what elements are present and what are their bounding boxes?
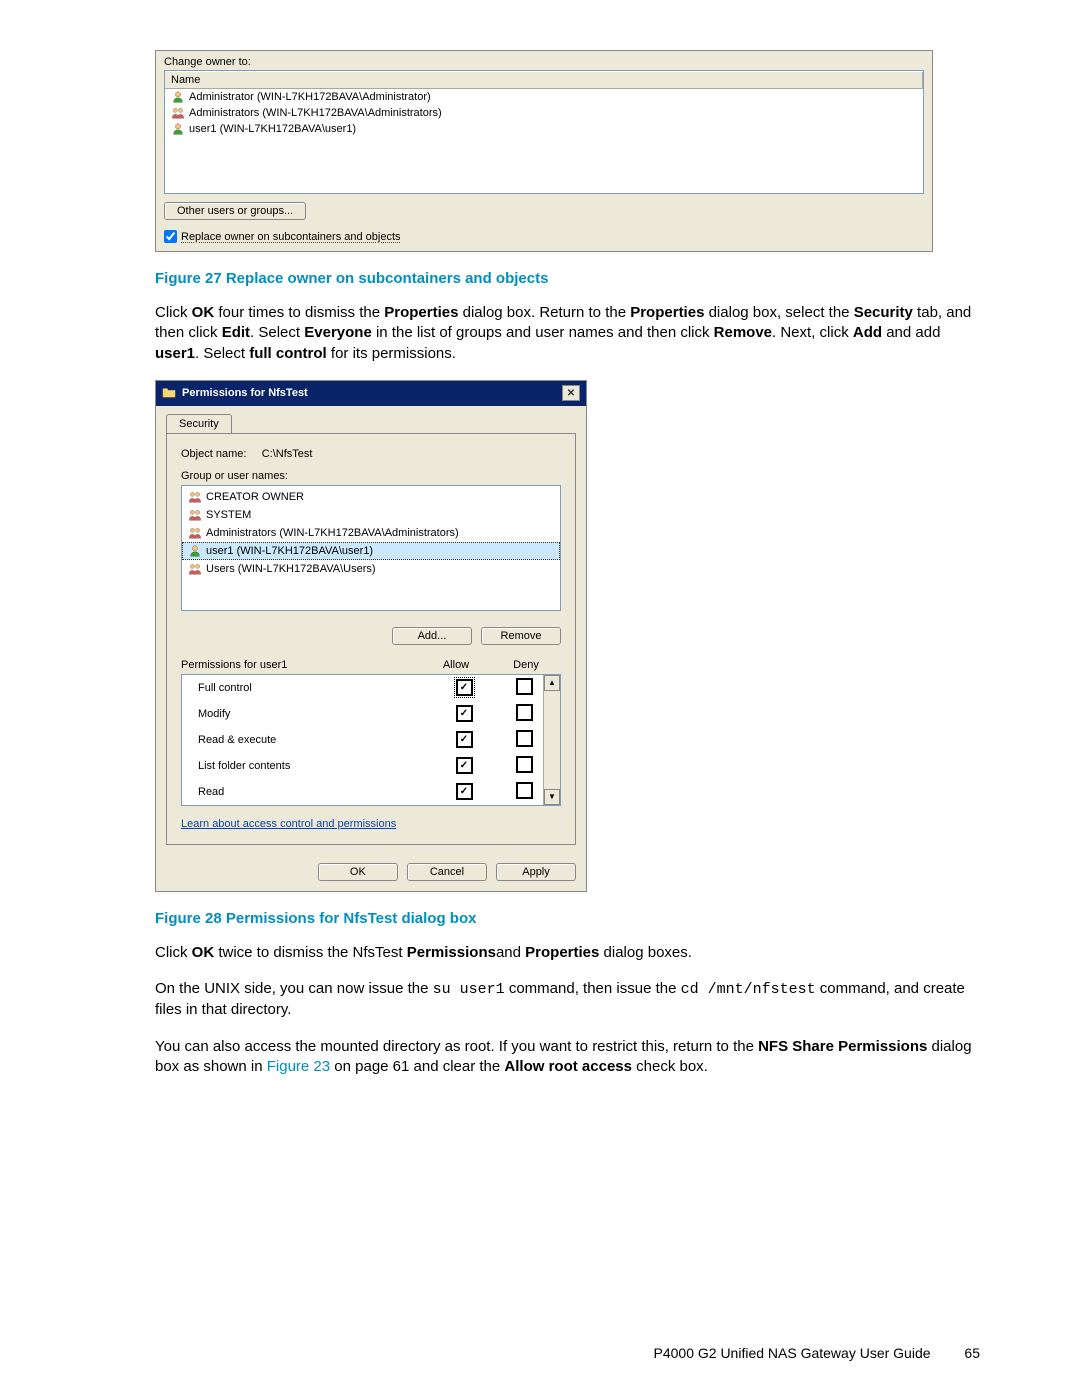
owner-name: Administrators (WIN-L7KH172BAVA\Administ… — [189, 107, 442, 119]
cancel-button[interactable]: Cancel — [407, 863, 487, 881]
doc-title: P4000 G2 Unified NAS Gateway User Guide — [654, 1345, 931, 1361]
page-footer: P4000 G2 Unified NAS Gateway User Guide … — [654, 1345, 981, 1361]
paragraph-1: Click OK four times to dismiss the Prope… — [155, 303, 980, 364]
perm-name: Read & execute — [198, 734, 434, 746]
user-icon — [171, 122, 185, 136]
close-button[interactable]: ✕ — [562, 385, 580, 401]
owner-row[interactable]: Administrators (WIN-L7KH172BAVA\Administ… — [165, 105, 923, 121]
permissions-for-label: Permissions for user1 — [181, 659, 421, 671]
list-item[interactable]: Administrators (WIN-L7KH172BAVA\Administ… — [182, 524, 560, 542]
add-button[interactable]: Add... — [392, 627, 472, 645]
allow-checkbox[interactable]: ✓ — [456, 757, 473, 774]
change-owner-panel: Change owner to: Name Administrator (WIN… — [155, 50, 933, 252]
owner-list[interactable]: Name Administrator (WIN-L7KH172BAVA\Admi… — [164, 70, 924, 194]
perm-name: List folder contents — [198, 760, 434, 772]
apply-button[interactable]: Apply — [496, 863, 576, 881]
perm-name: Modify — [198, 708, 434, 720]
group-icon — [171, 106, 185, 120]
group-list-label: Group or user names: — [181, 470, 561, 482]
deny-header: Deny — [491, 659, 561, 671]
ok-button[interactable]: OK — [318, 863, 398, 881]
group-icon — [188, 562, 202, 576]
list-item[interactable]: SYSTEM — [182, 506, 560, 524]
scroll-down-icon[interactable]: ▼ — [544, 789, 560, 805]
change-owner-label: Change owner to: — [164, 56, 924, 68]
folder-icon — [162, 385, 176, 402]
paragraph-4: You can also access the mounted director… — [155, 1037, 980, 1078]
dialog-title: Permissions for NfsTest — [182, 387, 308, 399]
figure-27-caption: Figure 27 Replace owner on subcontainers… — [155, 270, 980, 287]
other-users-button[interactable]: Other users or groups... — [164, 202, 306, 220]
owner-name: user1 (WIN-L7KH172BAVA\user1) — [189, 123, 356, 135]
allow-checkbox[interactable]: ✓ — [456, 705, 473, 722]
owner-row[interactable]: Administrator (WIN-L7KH172BAVA\Administr… — [165, 89, 923, 105]
group-icon — [188, 508, 202, 522]
perm-name: Read — [198, 786, 434, 798]
replace-owner-checkbox[interactable] — [164, 230, 177, 243]
deny-checkbox[interactable] — [516, 678, 533, 695]
security-tab[interactable]: Security — [166, 414, 232, 433]
allow-checkbox[interactable]: ✓ — [456, 783, 473, 800]
owner-row[interactable]: user1 (WIN-L7KH172BAVA\user1) — [165, 121, 923, 137]
object-name-value: C:\NfsTest — [262, 448, 313, 460]
user-icon — [188, 544, 202, 558]
scrollbar[interactable]: ▲ ▼ — [543, 675, 560, 805]
titlebar[interactable]: Permissions for NfsTest ✕ — [156, 381, 586, 406]
owner-name: Administrator (WIN-L7KH172BAVA\Administr… — [189, 91, 431, 103]
group-user-list[interactable]: CREATOR OWNER SYSTEM Administrators (WIN… — [181, 485, 561, 611]
perm-name: Full control — [198, 682, 434, 694]
figure-23-link[interactable]: Figure 23 — [267, 1058, 330, 1075]
paragraph-3: On the UNIX side, you can now issue the … — [155, 979, 980, 1021]
figure-28-caption: Figure 28 Permissions for NfsTest dialog… — [155, 910, 980, 927]
allow-checkbox[interactable]: ✓ — [456, 679, 473, 696]
group-icon — [188, 490, 202, 504]
paragraph-2: Click OK twice to dismiss the NfsTest Pe… — [155, 943, 980, 963]
user-icon — [171, 90, 185, 104]
owner-list-header[interactable]: Name — [165, 72, 923, 89]
list-item[interactable]: Users (WIN-L7KH172BAVA\Users) — [182, 560, 560, 578]
deny-checkbox[interactable] — [516, 704, 533, 721]
replace-owner-label: Replace owner on subcontainers and objec… — [181, 231, 401, 243]
object-name-label: Object name: — [181, 448, 246, 460]
list-item[interactable]: user1 (WIN-L7KH172BAVA\user1) — [182, 542, 560, 560]
scroll-up-icon[interactable]: ▲ — [544, 675, 560, 691]
allow-header: Allow — [421, 659, 491, 671]
deny-checkbox[interactable] — [516, 756, 533, 773]
list-item[interactable]: CREATOR OWNER — [182, 488, 560, 506]
deny-checkbox[interactable] — [516, 730, 533, 747]
allow-checkbox[interactable]: ✓ — [456, 731, 473, 748]
page-number: 65 — [964, 1345, 980, 1361]
remove-button[interactable]: Remove — [481, 627, 561, 645]
permissions-list: Full control ✓ Modify ✓ Read & execute ✓ Li… — [181, 674, 561, 806]
deny-checkbox[interactable] — [516, 782, 533, 799]
group-icon — [188, 526, 202, 540]
learn-link[interactable]: Learn about access control and permissio… — [181, 818, 396, 830]
permissions-dialog: Permissions for NfsTest ✕ Security Objec… — [155, 380, 587, 892]
